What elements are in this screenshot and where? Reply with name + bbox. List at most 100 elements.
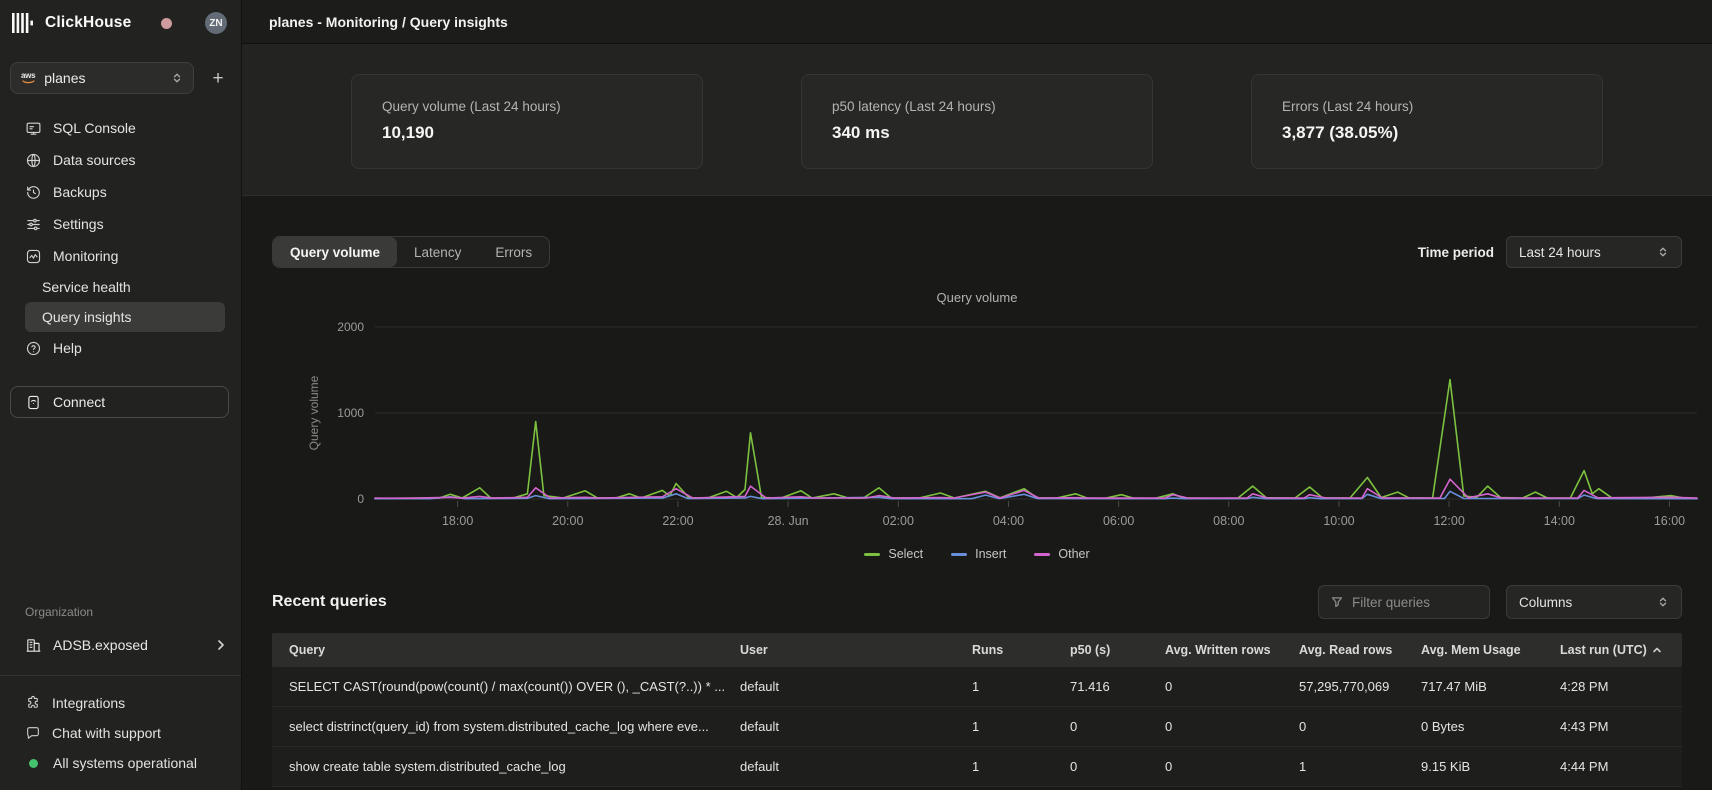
breadcrumb: planes - Monitoring / Query insights bbox=[269, 14, 508, 30]
service-selector[interactable]: aws planes bbox=[10, 62, 194, 94]
stat-value: 3,877 (38.05%) bbox=[1282, 123, 1572, 143]
cell-query: select distrinct(query_id) from system.d… bbox=[289, 719, 740, 734]
status-ok-icon bbox=[29, 759, 38, 768]
cell-mem-usage: 9.15 KiB bbox=[1421, 759, 1560, 774]
chart-title: Query volume bbox=[272, 290, 1682, 305]
organization-switcher[interactable]: ADSB.exposed bbox=[0, 629, 241, 661]
stat-label: Errors (Last 24 hours) bbox=[1282, 99, 1572, 114]
sidebar-item-chat-support[interactable]: Chat with support bbox=[0, 718, 241, 748]
top-bar: planes - Monitoring / Query insights bbox=[242, 0, 1712, 44]
sidebar-item-settings[interactable]: Settings bbox=[25, 208, 225, 240]
legend-item-other[interactable]: Other bbox=[1034, 547, 1089, 561]
main-content: planes - Monitoring / Query insights Que… bbox=[242, 0, 1712, 790]
app-title: ClickHouse bbox=[45, 14, 131, 32]
logo-row: ClickHouse ZN bbox=[0, 0, 241, 46]
funnel-icon bbox=[1331, 595, 1343, 609]
sidebar-item-label: Service health bbox=[42, 279, 131, 295]
connect-button[interactable]: Connect bbox=[10, 386, 229, 418]
history-icon bbox=[25, 184, 42, 201]
sidebar-item-service-health[interactable]: Service health bbox=[25, 272, 225, 302]
stat-card-query-volume: Query volume (Last 24 hours) 10,190 bbox=[351, 74, 703, 169]
console-icon bbox=[25, 120, 42, 137]
user-avatar[interactable]: ZN bbox=[205, 12, 227, 34]
legend-swatch-icon bbox=[951, 553, 967, 556]
column-header-read-rows[interactable]: Avg. Read rows bbox=[1299, 643, 1421, 657]
recent-queries-section: Recent queries Columns Query bbox=[242, 585, 1712, 787]
svg-text:Query volume: Query volume bbox=[307, 375, 321, 450]
table-row[interactable]: show create table system.distributed_cac… bbox=[272, 747, 1682, 787]
chat-bubble-icon bbox=[25, 725, 41, 741]
sidebar-item-integrations[interactable]: Integrations bbox=[0, 688, 241, 718]
column-header-query[interactable]: Query bbox=[289, 643, 740, 657]
column-header-runs[interactable]: Runs bbox=[972, 643, 1070, 657]
svg-text:02:00: 02:00 bbox=[883, 514, 914, 528]
service-name: planes bbox=[44, 70, 162, 86]
monitoring-chart-icon bbox=[25, 248, 42, 265]
sidebar-item-label: Monitoring bbox=[53, 248, 118, 264]
recent-queries-table: Query User Runs p50 (s) Avg. Written row… bbox=[272, 633, 1682, 787]
svg-text:04:00: 04:00 bbox=[993, 514, 1024, 528]
chevron-up-down-icon bbox=[1657, 246, 1669, 258]
cell-mem-usage: 717.47 MiB bbox=[1421, 679, 1560, 694]
cell-written-rows: 0 bbox=[1165, 679, 1299, 694]
sidebar-item-label: Help bbox=[53, 340, 82, 356]
cell-query: SELECT CAST(round(pow(count() / max(coun… bbox=[289, 679, 740, 694]
add-service-button[interactable]: + bbox=[205, 65, 231, 91]
table-row[interactable]: SELECT CAST(round(pow(count() / max(coun… bbox=[272, 667, 1682, 707]
column-header-last-run[interactable]: Last run (UTC) bbox=[1560, 643, 1682, 657]
svg-text:18:00: 18:00 bbox=[442, 514, 473, 528]
columns-select[interactable]: Columns bbox=[1506, 585, 1682, 619]
tab-errors[interactable]: Errors bbox=[478, 237, 549, 267]
legend-item-insert[interactable]: Insert bbox=[951, 547, 1006, 561]
clickhouse-logo-icon bbox=[12, 13, 36, 33]
sidebar-item-help[interactable]: Help bbox=[25, 332, 225, 364]
svg-text:14:00: 14:00 bbox=[1544, 514, 1575, 528]
query-volume-chart: 010002000Query volume18:0020:0022:0028. … bbox=[272, 307, 1712, 547]
sidebar-item-monitoring[interactable]: Monitoring bbox=[25, 240, 225, 272]
cell-p50: 71.416 bbox=[1070, 679, 1165, 694]
help-icon bbox=[25, 340, 42, 357]
cell-read-rows: 0 bbox=[1299, 719, 1421, 734]
puzzle-icon bbox=[25, 695, 41, 711]
column-header-p50[interactable]: p50 (s) bbox=[1070, 643, 1165, 657]
chart-tabs: Query volume Latency Errors bbox=[272, 236, 550, 268]
table-row[interactable]: select distrinct(query_id) from system.d… bbox=[272, 707, 1682, 747]
connect-icon bbox=[25, 394, 42, 411]
globe-icon bbox=[25, 152, 42, 169]
svg-text:10:00: 10:00 bbox=[1323, 514, 1354, 528]
legend-item-select[interactable]: Select bbox=[864, 547, 923, 561]
sidebar-item-label: Settings bbox=[53, 216, 104, 232]
cell-last-run: 4:44 PM bbox=[1560, 759, 1682, 774]
cell-written-rows: 0 bbox=[1165, 759, 1299, 774]
sidebar-item-data-sources[interactable]: Data sources bbox=[25, 144, 225, 176]
cell-query: show create table system.distributed_cac… bbox=[289, 759, 740, 774]
cell-read-rows: 57,295,770,069 bbox=[1299, 679, 1421, 694]
system-status[interactable]: All systems operational bbox=[0, 748, 241, 778]
time-period-select[interactable]: Last 24 hours bbox=[1506, 236, 1682, 268]
column-header-user[interactable]: User bbox=[740, 643, 972, 657]
sidebar-item-backups[interactable]: Backups bbox=[25, 176, 225, 208]
recording-dot-icon bbox=[161, 18, 172, 29]
sidebar-item-sql-console[interactable]: SQL Console bbox=[25, 112, 225, 144]
organization-section-label: Organization bbox=[0, 605, 241, 619]
cell-user: default bbox=[740, 679, 972, 694]
cell-last-run: 4:28 PM bbox=[1560, 679, 1682, 694]
filter-queries-input[interactable] bbox=[1352, 595, 1477, 610]
footer-item-label: Integrations bbox=[52, 695, 125, 711]
svg-text:16:00: 16:00 bbox=[1654, 514, 1685, 528]
svg-text:0: 0 bbox=[357, 492, 364, 506]
tab-latency[interactable]: Latency bbox=[397, 237, 478, 267]
chart-section: Query volume Latency Errors Time period … bbox=[242, 196, 1712, 561]
columns-label: Columns bbox=[1519, 595, 1572, 610]
svg-text:28. Jun: 28. Jun bbox=[768, 514, 809, 528]
sliders-icon bbox=[25, 216, 42, 233]
filter-queries-box[interactable] bbox=[1318, 585, 1490, 619]
sidebar-item-query-insights[interactable]: Query insights bbox=[25, 302, 225, 332]
svg-text:22:00: 22:00 bbox=[662, 514, 693, 528]
tab-query-volume[interactable]: Query volume bbox=[273, 237, 397, 267]
sort-ascending-icon bbox=[1652, 645, 1662, 655]
column-header-mem-usage[interactable]: Avg. Mem Usage bbox=[1421, 643, 1560, 657]
column-header-written-rows[interactable]: Avg. Written rows bbox=[1165, 643, 1299, 657]
sidebar-item-label: Data sources bbox=[53, 152, 135, 168]
chevron-up-down-icon bbox=[171, 72, 183, 84]
